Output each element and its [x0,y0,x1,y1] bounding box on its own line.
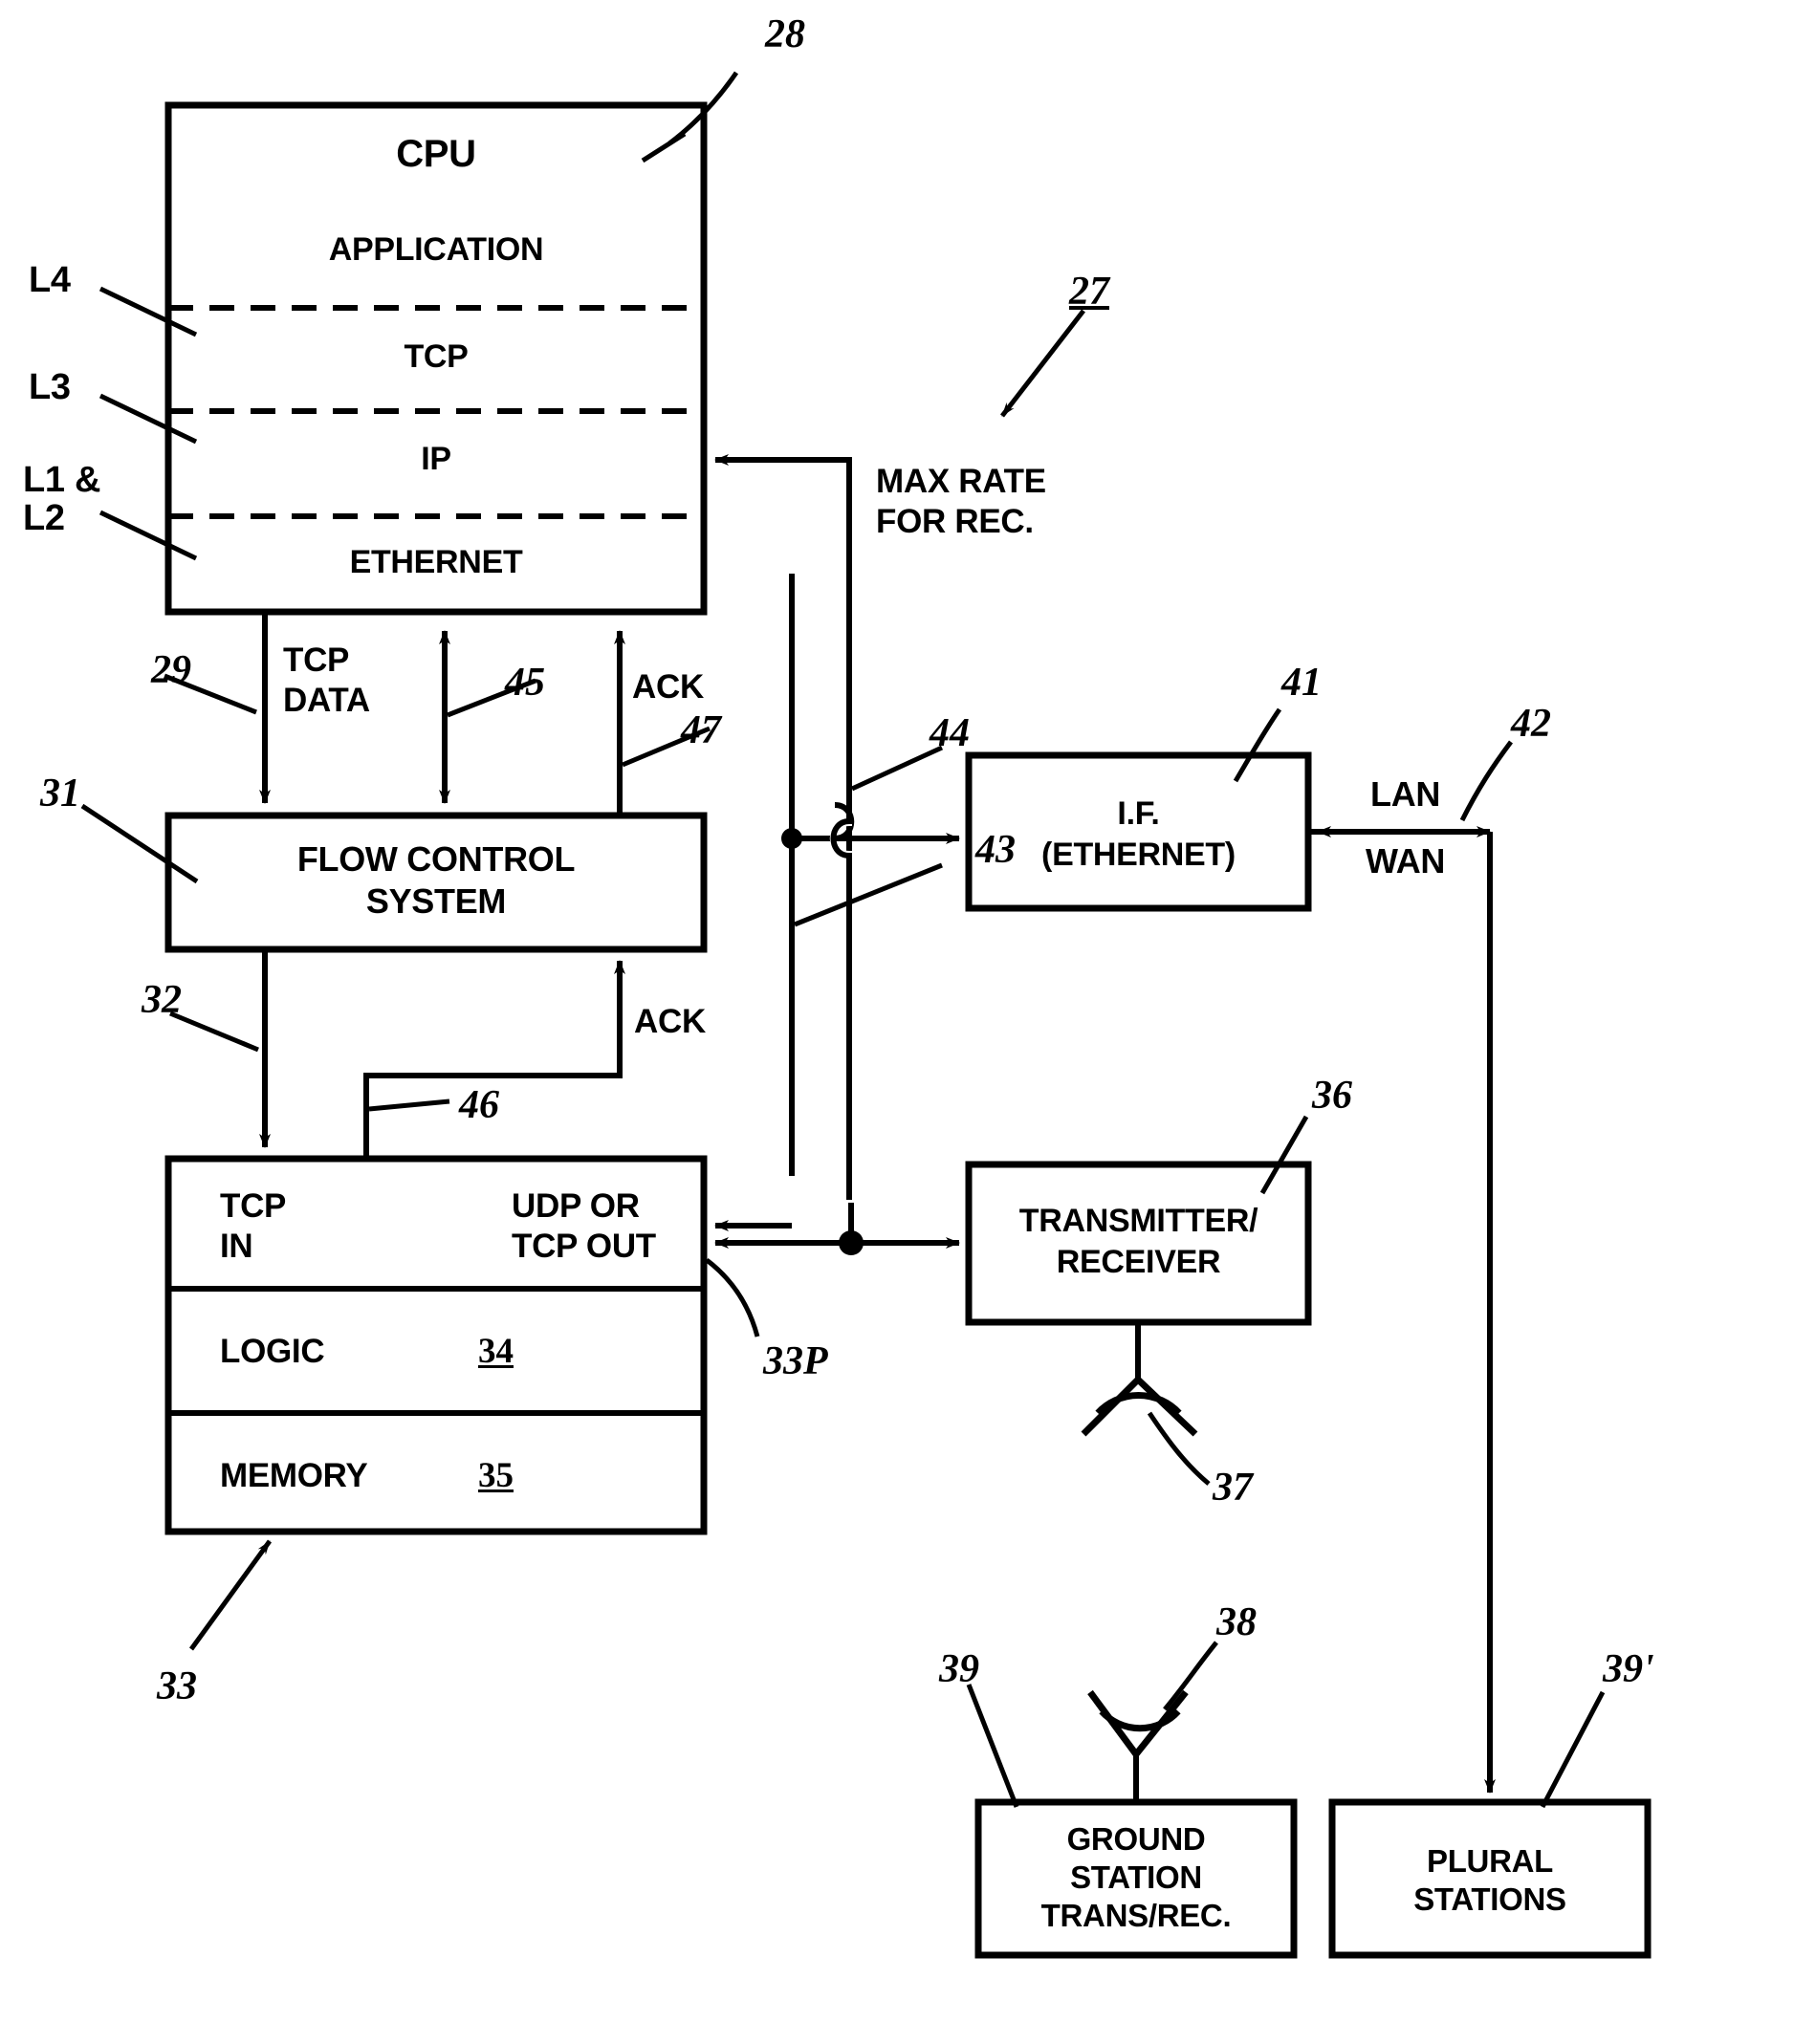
layer-label-l1: L1 & [23,460,101,500]
protocol-memory-label: MEMORY [220,1457,368,1494]
flow-control-system-label-line1: FLOW CONTROL [296,839,576,879]
reference-numeral-33: 33 [157,1664,197,1708]
reference-numeral-41: 41 [1281,661,1322,705]
reference-numeral-32: 32 [142,978,182,1022]
reference-numeral-27: 27 [1069,270,1109,314]
signal-label-ack-mid: ACK [634,1003,706,1040]
protocol-udp-tcp-out-label-line2: TCP OUT [512,1228,656,1265]
layer-label-l4: L4 [29,260,71,300]
signal-label-tcp-data-line1: TCP [283,641,350,679]
reference-numeral-33p: 33P [763,1339,828,1383]
ground-station-label-line3: TRANS/REC. [1040,1898,1232,1933]
plural-stations-label-line2: STATIONS [1413,1881,1566,1917]
protocol-udp-tcp-out-label-line1: UDP OR [512,1187,640,1225]
reference-numeral-39-prime: 39' [1603,1647,1654,1691]
patent-figure: CPU APPLICATION TCP IP ETHERNET L4 L3 L1… [0,0,1794,2044]
cpu-title: CPU [396,133,476,175]
signal-label-lan: LAN [1370,774,1441,814]
signal-label-ack-top: ACK [632,668,704,706]
reference-numeral-43: 43 [975,828,1016,872]
protocol-tcp-in-label-line2: IN [220,1228,253,1265]
signal-label-max-rate-line2: FOR REC. [876,503,1034,540]
reference-numeral-42: 42 [1511,702,1551,746]
reference-numeral-46: 46 [459,1083,499,1127]
transceiver-box-label-line2: RECEIVER [1056,1244,1221,1280]
reference-numeral-44: 44 [930,711,970,755]
signal-label-wan: WAN [1366,841,1446,881]
reference-numeral-31: 31 [40,772,80,815]
reference-numeral-45: 45 [505,661,545,705]
figure-line-art [80,71,1652,1959]
reference-numeral-28: 28 [765,12,805,56]
plural-stations-label-line1: PLURAL [1426,1843,1554,1879]
interface-box-label-line2: (ETHERNET) [1041,837,1236,873]
reference-numeral-38: 38 [1216,1600,1257,1644]
reference-numeral-47: 47 [681,708,721,752]
signal-label-tcp-data-line2: DATA [283,682,370,719]
reference-numeral-37: 37 [1213,1466,1253,1510]
reference-numeral-39: 39 [939,1647,979,1691]
cpu-layer-application: APPLICATION [328,231,544,268]
cpu-layer-tcp: TCP [404,338,469,375]
ground-station-label-line2: STATION [1070,1859,1202,1895]
protocol-logic-numeral: 34 [478,1332,514,1371]
cpu-layer-ip: IP [421,441,451,477]
flow-control-system-label-line2: SYSTEM [365,881,507,921]
interface-box-label-line1: I.F. [1117,795,1160,832]
transceiver-box-label-line1: TRANSMITTER/ [1018,1203,1258,1239]
layer-label-l3: L3 [29,367,71,407]
signal-label-max-rate-line1: MAX RATE [876,463,1046,500]
cpu-layer-ethernet: ETHERNET [349,544,523,580]
reference-numeral-36: 36 [1312,1074,1352,1118]
protocol-logic-label: LOGIC [220,1333,325,1370]
layer-label-l2: L2 [23,498,65,538]
protocol-tcp-in-label-line1: TCP [220,1187,287,1225]
ground-station-label-line1: GROUND [1066,1821,1206,1857]
protocol-memory-numeral: 35 [478,1456,514,1495]
reference-numeral-29: 29 [151,648,191,692]
